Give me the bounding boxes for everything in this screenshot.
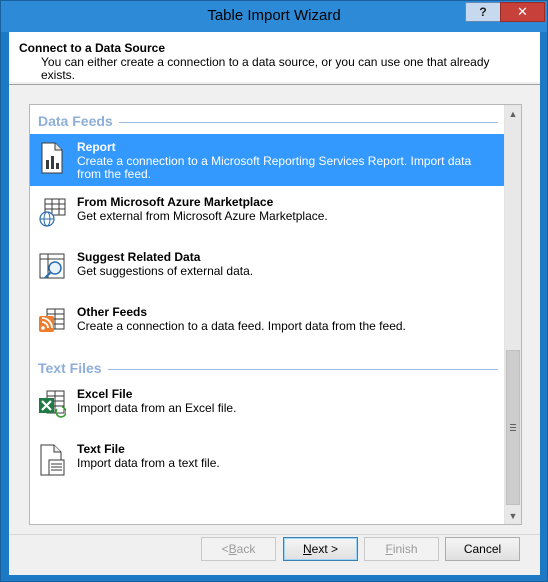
finish-button[interactable]: Finish xyxy=(364,537,439,561)
chevron-up-icon: ▲ xyxy=(508,108,518,119)
item-title: Suggest Related Data xyxy=(77,250,201,264)
list-item-text-file[interactable]: Text File Import data from a text file. xyxy=(30,436,504,488)
back-button-prefix: < xyxy=(221,542,229,556)
list-item-excel-file[interactable]: Excel File Import data from an Excel fil… xyxy=(30,381,504,433)
data-source-list[interactable]: Data Feeds Report Create a connection to… xyxy=(29,104,522,525)
wizard-window: Table Import Wizard ? ✕ Connect to a Dat… xyxy=(0,0,548,582)
finish-button-mnemonic: F xyxy=(385,542,393,556)
azure-marketplace-icon xyxy=(39,198,66,227)
next-button[interactable]: Next > xyxy=(283,537,358,561)
excel-file-icon xyxy=(39,390,66,418)
group-label: Text Files xyxy=(38,360,102,376)
item-title: Other Feeds xyxy=(77,305,148,319)
group-header-data-feeds: Data Feeds xyxy=(38,113,498,129)
header-divider xyxy=(9,84,540,85)
finish-button-label: inish xyxy=(392,542,418,556)
help-icon: ? xyxy=(479,5,487,19)
vertical-scrollbar[interactable]: ▲ ▼ xyxy=(504,105,521,524)
next-button-label: ext > xyxy=(311,542,339,556)
list-item-suggest-related-data[interactable]: Suggest Related Data Get suggestions of … xyxy=(30,244,504,296)
footer-divider xyxy=(9,534,540,535)
group-header-text-files: Text Files xyxy=(38,360,498,376)
list-item-other-feeds[interactable]: Other Feeds Create a connection to a dat… xyxy=(30,299,504,351)
item-description: Get external from Microsoft Azure Market… xyxy=(77,209,328,223)
item-description: Create a connection to a data feed. Impo… xyxy=(77,319,406,333)
list-item-report[interactable]: Report Create a connection to a Microsof… xyxy=(30,134,504,186)
next-button-mnemonic: N xyxy=(302,542,312,556)
group-divider xyxy=(107,368,498,370)
scroll-thumb[interactable] xyxy=(506,350,520,505)
group-divider xyxy=(118,121,498,123)
item-description: Get suggestions of external data. xyxy=(77,264,254,278)
item-description: Import data from an Excel file. xyxy=(77,401,237,415)
data-source-list-content: Data Feeds Report Create a connection to… xyxy=(30,105,504,524)
item-title: Text File xyxy=(77,442,125,456)
suggest-data-icon xyxy=(39,253,65,279)
title-bar[interactable]: Table Import Wizard ? ✕ xyxy=(1,1,547,32)
scroll-up-button[interactable]: ▲ xyxy=(505,105,521,122)
grip-icon xyxy=(510,424,516,431)
chevron-down-icon: ▼ xyxy=(508,510,518,521)
item-title: Excel File xyxy=(77,387,133,401)
cancel-button[interactable]: Cancel xyxy=(445,537,520,561)
page-title: Connect to a Data Source xyxy=(19,41,166,55)
item-title: From Microsoft Azure Marketplace xyxy=(77,195,274,209)
data-feed-icon xyxy=(39,308,65,332)
wizard-header: Connect to a Data Source You can either … xyxy=(9,32,540,82)
dialog-client: Connect to a Data Source You can either … xyxy=(9,32,540,575)
back-button[interactable]: < Back xyxy=(201,537,276,561)
list-item-azure-marketplace[interactable]: From Microsoft Azure Marketplace Get ext… xyxy=(30,189,504,241)
cancel-button-label: Cancel xyxy=(463,542,502,556)
back-button-mnemonic: B xyxy=(228,542,237,556)
close-button[interactable]: ✕ xyxy=(500,2,545,22)
scroll-down-button[interactable]: ▼ xyxy=(505,507,521,524)
item-description: Create a connection to a Microsoft Repor… xyxy=(77,154,472,181)
close-icon: ✕ xyxy=(517,4,528,19)
back-button-label: ack xyxy=(236,542,256,556)
item-description: Import data from a text file. xyxy=(77,456,220,470)
help-button[interactable]: ? xyxy=(465,2,501,22)
text-file-icon xyxy=(40,444,65,476)
item-title: Report xyxy=(77,140,116,154)
page-description: You can either create a connection to a … xyxy=(41,55,490,82)
group-label: Data Feeds xyxy=(38,113,113,129)
report-icon xyxy=(41,142,63,174)
